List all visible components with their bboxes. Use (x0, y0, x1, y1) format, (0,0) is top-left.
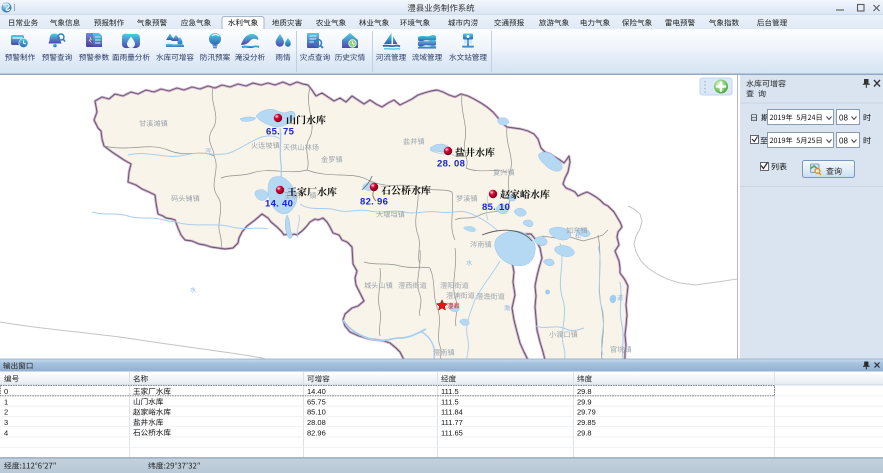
svg-text:111.5: 111.5 (441, 397, 459, 406)
svg-text:28.08: 28.08 (307, 418, 326, 427)
svg-text:29.79: 29.79 (577, 408, 596, 417)
svg-text:28. 08: 28. 08 (437, 159, 465, 170)
svg-text:111.77: 111.77 (441, 418, 463, 427)
svg-text:1: 1 (4, 397, 8, 406)
svg-text:3: 3 (4, 418, 8, 427)
svg-text:2: 2 (4, 408, 8, 417)
svg-text:85. 10: 85. 10 (482, 202, 510, 213)
svg-text:08: 08 (839, 114, 848, 123)
svg-text:14. 40: 14. 40 (265, 199, 293, 210)
svg-text:14.40: 14.40 (307, 387, 326, 396)
svg-text:4: 4 (4, 428, 8, 437)
svg-text:29.8: 29.8 (577, 387, 592, 396)
svg-text:111.65: 111.65 (441, 428, 463, 437)
svg-text:65.75: 65.75 (307, 397, 326, 406)
svg-text:111.5: 111.5 (441, 387, 459, 396)
svg-text:08: 08 (839, 137, 848, 146)
svg-text:82.96: 82.96 (307, 428, 326, 437)
svg-text:82. 96: 82. 96 (360, 197, 388, 208)
svg-text:111.84: 111.84 (441, 408, 463, 417)
svg-text:85.10: 85.10 (307, 408, 326, 417)
svg-text:29.9: 29.9 (577, 397, 592, 406)
svg-text:0: 0 (4, 387, 8, 396)
svg-text:65. 75: 65. 75 (266, 127, 295, 138)
svg-text:29.85: 29.85 (577, 418, 596, 427)
svg-text:29.8: 29.8 (577, 428, 592, 437)
